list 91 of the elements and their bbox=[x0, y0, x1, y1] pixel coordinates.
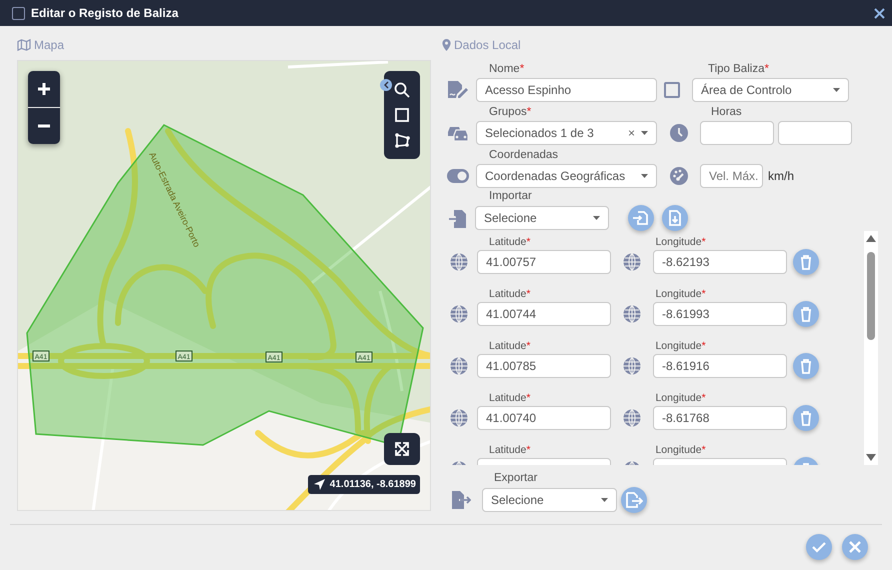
close-icon bbox=[874, 8, 885, 18]
groups-dropdown[interactable]: Selecionados 1 de 3 × bbox=[476, 121, 657, 145]
import-dropdown[interactable]: Selecione bbox=[475, 206, 609, 230]
scrollbar[interactable] bbox=[864, 231, 878, 465]
export-dropdown[interactable]: Selecione bbox=[482, 488, 617, 512]
document-edit-icon bbox=[447, 80, 469, 100]
max-speed-field[interactable]: Vel. Máx. bbox=[700, 164, 763, 188]
name-field[interactable]: Acesso Espinho bbox=[476, 78, 657, 102]
coordinates-dropdown[interactable]: Coordenadas Geográficas bbox=[476, 164, 657, 188]
cancel-button[interactable] bbox=[842, 534, 868, 560]
field-label: Latitude* bbox=[489, 392, 530, 404]
longitude-field[interactable]: -8.62193 bbox=[653, 250, 787, 274]
section-heading: Dados Local bbox=[442, 38, 880, 52]
field-label: Latitude* bbox=[489, 444, 530, 456]
unit-label: km/h bbox=[768, 169, 794, 183]
download-file-button[interactable] bbox=[662, 205, 688, 231]
delete-button[interactable] bbox=[793, 249, 819, 275]
file-import-icon bbox=[448, 209, 466, 229]
start-time-field[interactable] bbox=[700, 121, 774, 145]
caret-icon bbox=[641, 131, 648, 135]
field-label: Tipo Baliza* bbox=[708, 62, 769, 74]
file-import-icon bbox=[632, 209, 650, 227]
map-icon bbox=[17, 39, 31, 51]
delete-button[interactable] bbox=[793, 353, 819, 379]
globe-icon bbox=[450, 409, 468, 427]
globe-icon bbox=[450, 253, 468, 271]
field-label: Longitude* bbox=[655, 236, 706, 248]
field-label: Nome* bbox=[489, 62, 524, 74]
square-icon bbox=[395, 108, 409, 122]
expand-icon bbox=[394, 441, 410, 457]
globe-icon bbox=[450, 357, 468, 375]
globe-icon bbox=[623, 305, 641, 323]
field-label: Coordenadas bbox=[489, 148, 558, 160]
caret-icon bbox=[601, 498, 608, 502]
confirm-button[interactable] bbox=[806, 534, 832, 560]
toggle-icon bbox=[447, 169, 469, 183]
close-button[interactable] bbox=[874, 8, 885, 18]
field-label: Longitude* bbox=[655, 340, 706, 352]
field-label: Exportar bbox=[494, 472, 538, 484]
scroll-up-arrow-icon[interactable] bbox=[866, 234, 876, 242]
window-icon bbox=[12, 6, 25, 20]
field-label: Latitude* bbox=[489, 288, 530, 300]
import-file-button[interactable] bbox=[628, 205, 654, 231]
field-label: Horas bbox=[711, 106, 742, 118]
file-export-icon bbox=[625, 491, 643, 509]
longitude-field[interactable]: -8.61916 bbox=[653, 354, 787, 378]
delete-button[interactable] bbox=[793, 405, 819, 431]
plus-icon bbox=[37, 82, 51, 96]
check-icon bbox=[811, 539, 827, 555]
location-pin-icon bbox=[442, 39, 451, 51]
globe-icon bbox=[450, 305, 468, 323]
globe-icon bbox=[623, 409, 641, 427]
gauge-icon bbox=[670, 167, 688, 185]
chevron-left-icon bbox=[383, 81, 389, 89]
globe-icon bbox=[623, 253, 641, 271]
delete-button[interactable] bbox=[793, 301, 819, 327]
field-label: Longitude* bbox=[655, 288, 706, 300]
longitude-field[interactable]: -8.61768 bbox=[653, 406, 787, 430]
scroll-down-arrow-icon[interactable] bbox=[866, 454, 876, 462]
close-icon bbox=[848, 540, 862, 554]
globe-icon bbox=[623, 357, 641, 375]
field-label: Latitude* bbox=[489, 236, 530, 248]
caret-icon bbox=[833, 88, 840, 92]
caret-icon bbox=[641, 174, 648, 178]
end-time-field[interactable] bbox=[778, 121, 852, 145]
field-label: Importar bbox=[489, 190, 532, 202]
field-label: Longitude* bbox=[655, 444, 706, 456]
latitude-field[interactable]: 41.00757 bbox=[477, 250, 611, 274]
file-download-icon bbox=[666, 209, 684, 227]
section-heading: Mapa bbox=[17, 38, 431, 52]
caret-icon bbox=[593, 216, 600, 220]
search-icon bbox=[394, 82, 410, 98]
clock-icon bbox=[670, 124, 688, 142]
scroll-thumb[interactable] bbox=[867, 252, 875, 340]
field-label: Longitude* bbox=[655, 392, 706, 404]
latitude-field[interactable]: 41.00740 bbox=[477, 406, 611, 430]
export-file-button[interactable] bbox=[621, 487, 647, 513]
type-dropdown[interactable]: Área de Controlo bbox=[692, 78, 849, 102]
file-export-icon bbox=[451, 490, 471, 510]
field-label: Grupos* bbox=[489, 106, 532, 118]
field-label: Latitude* bbox=[489, 340, 530, 352]
coordinates-text: 41.01136, -8.61899 bbox=[330, 479, 416, 490]
longitude-field[interactable]: -8.61993 bbox=[653, 302, 787, 326]
fullscreen-button[interactable] bbox=[384, 433, 420, 465]
latitude-field[interactable]: 41.00744 bbox=[477, 302, 611, 326]
polygon-icon bbox=[394, 132, 410, 148]
window-title: Editar o Registo de Baliza bbox=[31, 6, 180, 20]
geofence-polygon[interactable] bbox=[26, 124, 424, 447]
navigation-arrow-icon bbox=[314, 479, 325, 490]
latitude-field[interactable]: 41.00785 bbox=[477, 354, 611, 378]
checkbox[interactable] bbox=[664, 82, 680, 98]
